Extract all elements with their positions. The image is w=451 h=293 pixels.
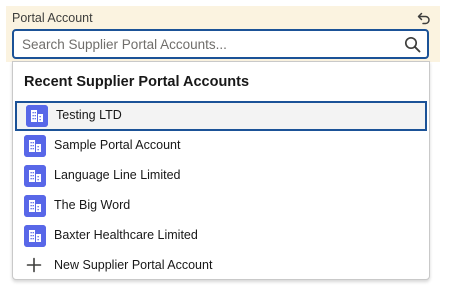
list-item-language-line-limited[interactable]: Language Line Limited <box>14 161 428 191</box>
search-box[interactable] <box>12 29 429 59</box>
undo-icon[interactable] <box>416 10 432 26</box>
search-input[interactable] <box>22 31 402 57</box>
building-icon <box>24 225 46 247</box>
new-account-label: New Supplier Portal Account <box>54 258 213 272</box>
search-icon[interactable] <box>404 36 421 53</box>
building-icon <box>26 105 48 127</box>
list-item-label: Language Line Limited <box>54 168 181 182</box>
building-icon <box>24 195 46 217</box>
list-item-sample-portal-account[interactable]: Sample Portal Account <box>14 131 428 161</box>
list-item-label: The Big Word <box>54 198 131 212</box>
new-supplier-portal-account-button[interactable]: New Supplier Portal Account <box>14 251 428 281</box>
building-icon <box>24 165 46 187</box>
list-item-label: Testing LTD <box>56 108 122 122</box>
list-item-label: Sample Portal Account <box>54 138 181 152</box>
list-item-the-big-word[interactable]: The Big Word <box>14 191 428 221</box>
dropdown-heading: Recent Supplier Portal Accounts <box>24 74 250 90</box>
recent-accounts-dropdown: Recent Supplier Portal Accounts Testing … <box>12 61 430 280</box>
list-item-baxter-healthcare-limited[interactable]: Baxter Healthcare Limited <box>14 221 428 251</box>
list-item-testing-ltd[interactable]: Testing LTD <box>15 101 427 131</box>
field-label: Portal Account <box>12 11 93 25</box>
building-icon <box>24 135 46 157</box>
list-item-label: Baxter Healthcare Limited <box>54 228 198 242</box>
plus-icon <box>26 257 42 273</box>
